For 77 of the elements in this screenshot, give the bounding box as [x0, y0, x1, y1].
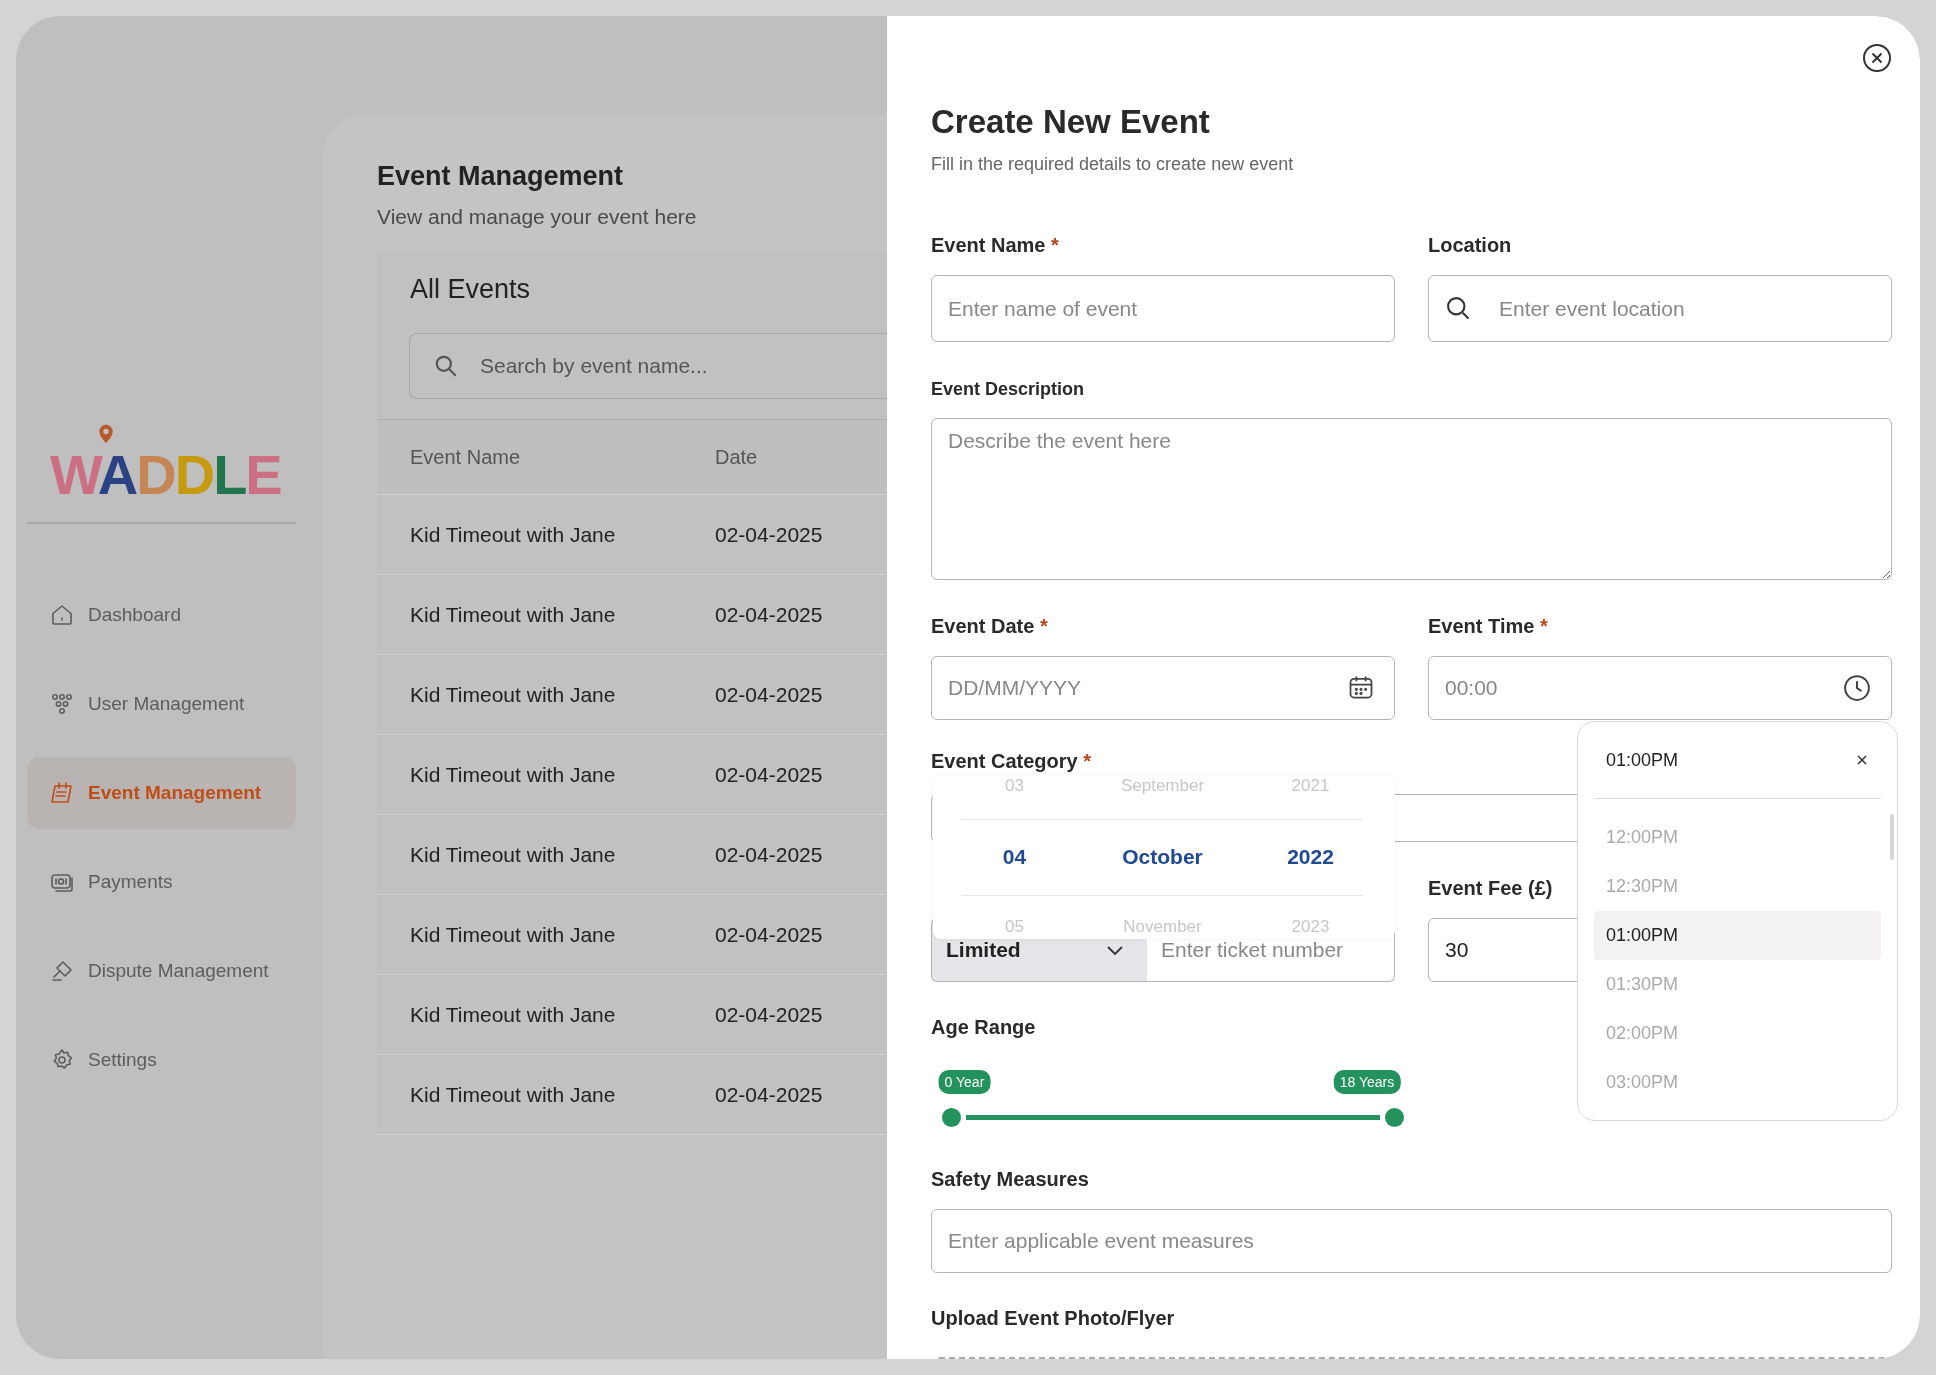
field-label: Location [1428, 233, 1512, 258]
table-cell: 02-04-2025 [715, 762, 823, 787]
value-tooltip: 0 Year [938, 1070, 991, 1094]
time-option[interactable]: 03:00PM [1594, 1058, 1881, 1107]
calendar-icon [50, 781, 74, 805]
field-label: Event Date * [931, 614, 1048, 639]
time-option[interactable]: 12:30PM [1594, 862, 1881, 911]
settings-icon [50, 1048, 74, 1072]
field-label: Upload Event Photo/Flyer [931, 1306, 1175, 1331]
page-title: Event Management [377, 160, 624, 193]
event-name-field[interactable]: Enter name of event [931, 275, 1395, 342]
nav-item[interactable]: Payments [27, 846, 296, 918]
location-pin-icon [98, 424, 114, 444]
field-label: Age Range [931, 1015, 1036, 1040]
modal-subtitle: Fill in the required details to create new event [931, 153, 1294, 175]
field-label: Event Time * [1428, 614, 1548, 639]
modal-title: Create New Event [931, 103, 1210, 141]
table-cell-text: Kid Timeout with Jane [410, 762, 617, 787]
field-label: Event Category * [931, 749, 1092, 774]
search-icon [433, 353, 459, 379]
table-cell: 02-04-2025 [715, 842, 823, 867]
clock-icon[interactable] [1842, 673, 1872, 703]
location-field[interactable]: Enter event location [1428, 275, 1892, 342]
table-cell-text: Kid Timeout with Jane [410, 1002, 617, 1027]
table-cell: 02-04-2025 [715, 922, 823, 947]
slider-handle[interactable] [942, 1108, 961, 1127]
close-icon[interactable] [1862, 43, 1892, 73]
selected-time: 01:00PM [1606, 749, 1679, 771]
table-cell-text: Kid Timeout with Jane [410, 1082, 617, 1107]
column-header: Date [715, 445, 758, 469]
table-cell: 02-04-2025 [715, 602, 823, 627]
page-subtitle: View and manage your event here [377, 205, 697, 229]
nav-item[interactable]: Dispute Management [27, 935, 296, 1007]
table-cell-text: Kid Timeout with Jane [410, 842, 617, 867]
age-slider[interactable] [942, 1108, 1404, 1127]
home-icon [50, 603, 74, 627]
field-label: Safety Measures [931, 1167, 1089, 1192]
table-cell: 02-04-2025 [715, 682, 823, 707]
date-field[interactable]: DD/MM/YYYY [931, 656, 1395, 720]
picker-option[interactable]: 2021 [1258, 776, 1363, 796]
time-option[interactable]: 01:30PM [1594, 960, 1881, 1009]
value-tooltip: 18 Years [1333, 1070, 1401, 1094]
column-header: Event Name [410, 445, 522, 469]
nav-item[interactable]: User Management [27, 668, 296, 740]
nav-item[interactable]: Settings [27, 1024, 296, 1096]
table-cell-text: Kid Timeout with Jane [410, 922, 617, 947]
nav-item[interactable]: Dashboard [27, 579, 296, 651]
logo: WADDLE [50, 444, 281, 506]
scrollbar[interactable] [1890, 814, 1894, 860]
table-cell: 02-04-2025 [715, 1082, 823, 1107]
nav-item[interactable]: Event Management [27, 757, 296, 829]
search-field[interactable]: Search by event name... [409, 333, 887, 399]
field-label: Event Fee (£) [1428, 876, 1553, 901]
time-field[interactable]: 00:00 [1428, 656, 1892, 720]
field-label: Event Description [931, 378, 1085, 401]
time-option[interactable]: 02:00PM [1594, 1009, 1881, 1058]
gavel-icon [50, 959, 74, 983]
table-cell-text: Kid Timeout with Jane [410, 602, 617, 627]
slider-handle[interactable] [1385, 1108, 1404, 1127]
picker-option[interactable]: 03 [962, 776, 1067, 796]
picker-option[interactable]: 2022 [1258, 845, 1363, 869]
picker-option[interactable]: October [1079, 845, 1246, 869]
picker-option[interactable]: 04 [962, 845, 1067, 869]
table-cell-text: Kid Timeout with Jane [410, 522, 617, 547]
close-icon[interactable] [1855, 753, 1869, 767]
time-option[interactable]: 01:00PM [1594, 911, 1881, 960]
picker-option[interactable]: September [1079, 776, 1246, 796]
search-icon [1444, 294, 1472, 322]
users-icon [50, 692, 74, 716]
panel-title: All Events [410, 273, 531, 306]
time-option[interactable]: 12:00PM [1594, 813, 1881, 862]
description-field[interactable]: Describe the event here [931, 418, 1892, 580]
field-label: Event Name * [931, 233, 1059, 258]
safety-field[interactable]: Enter applicable event measures [931, 1209, 1892, 1273]
table-cell: 02-04-2025 [715, 1002, 823, 1027]
table-cell: 02-04-2025 [715, 522, 823, 547]
table-cell-text: Kid Timeout with Jane [410, 682, 617, 707]
